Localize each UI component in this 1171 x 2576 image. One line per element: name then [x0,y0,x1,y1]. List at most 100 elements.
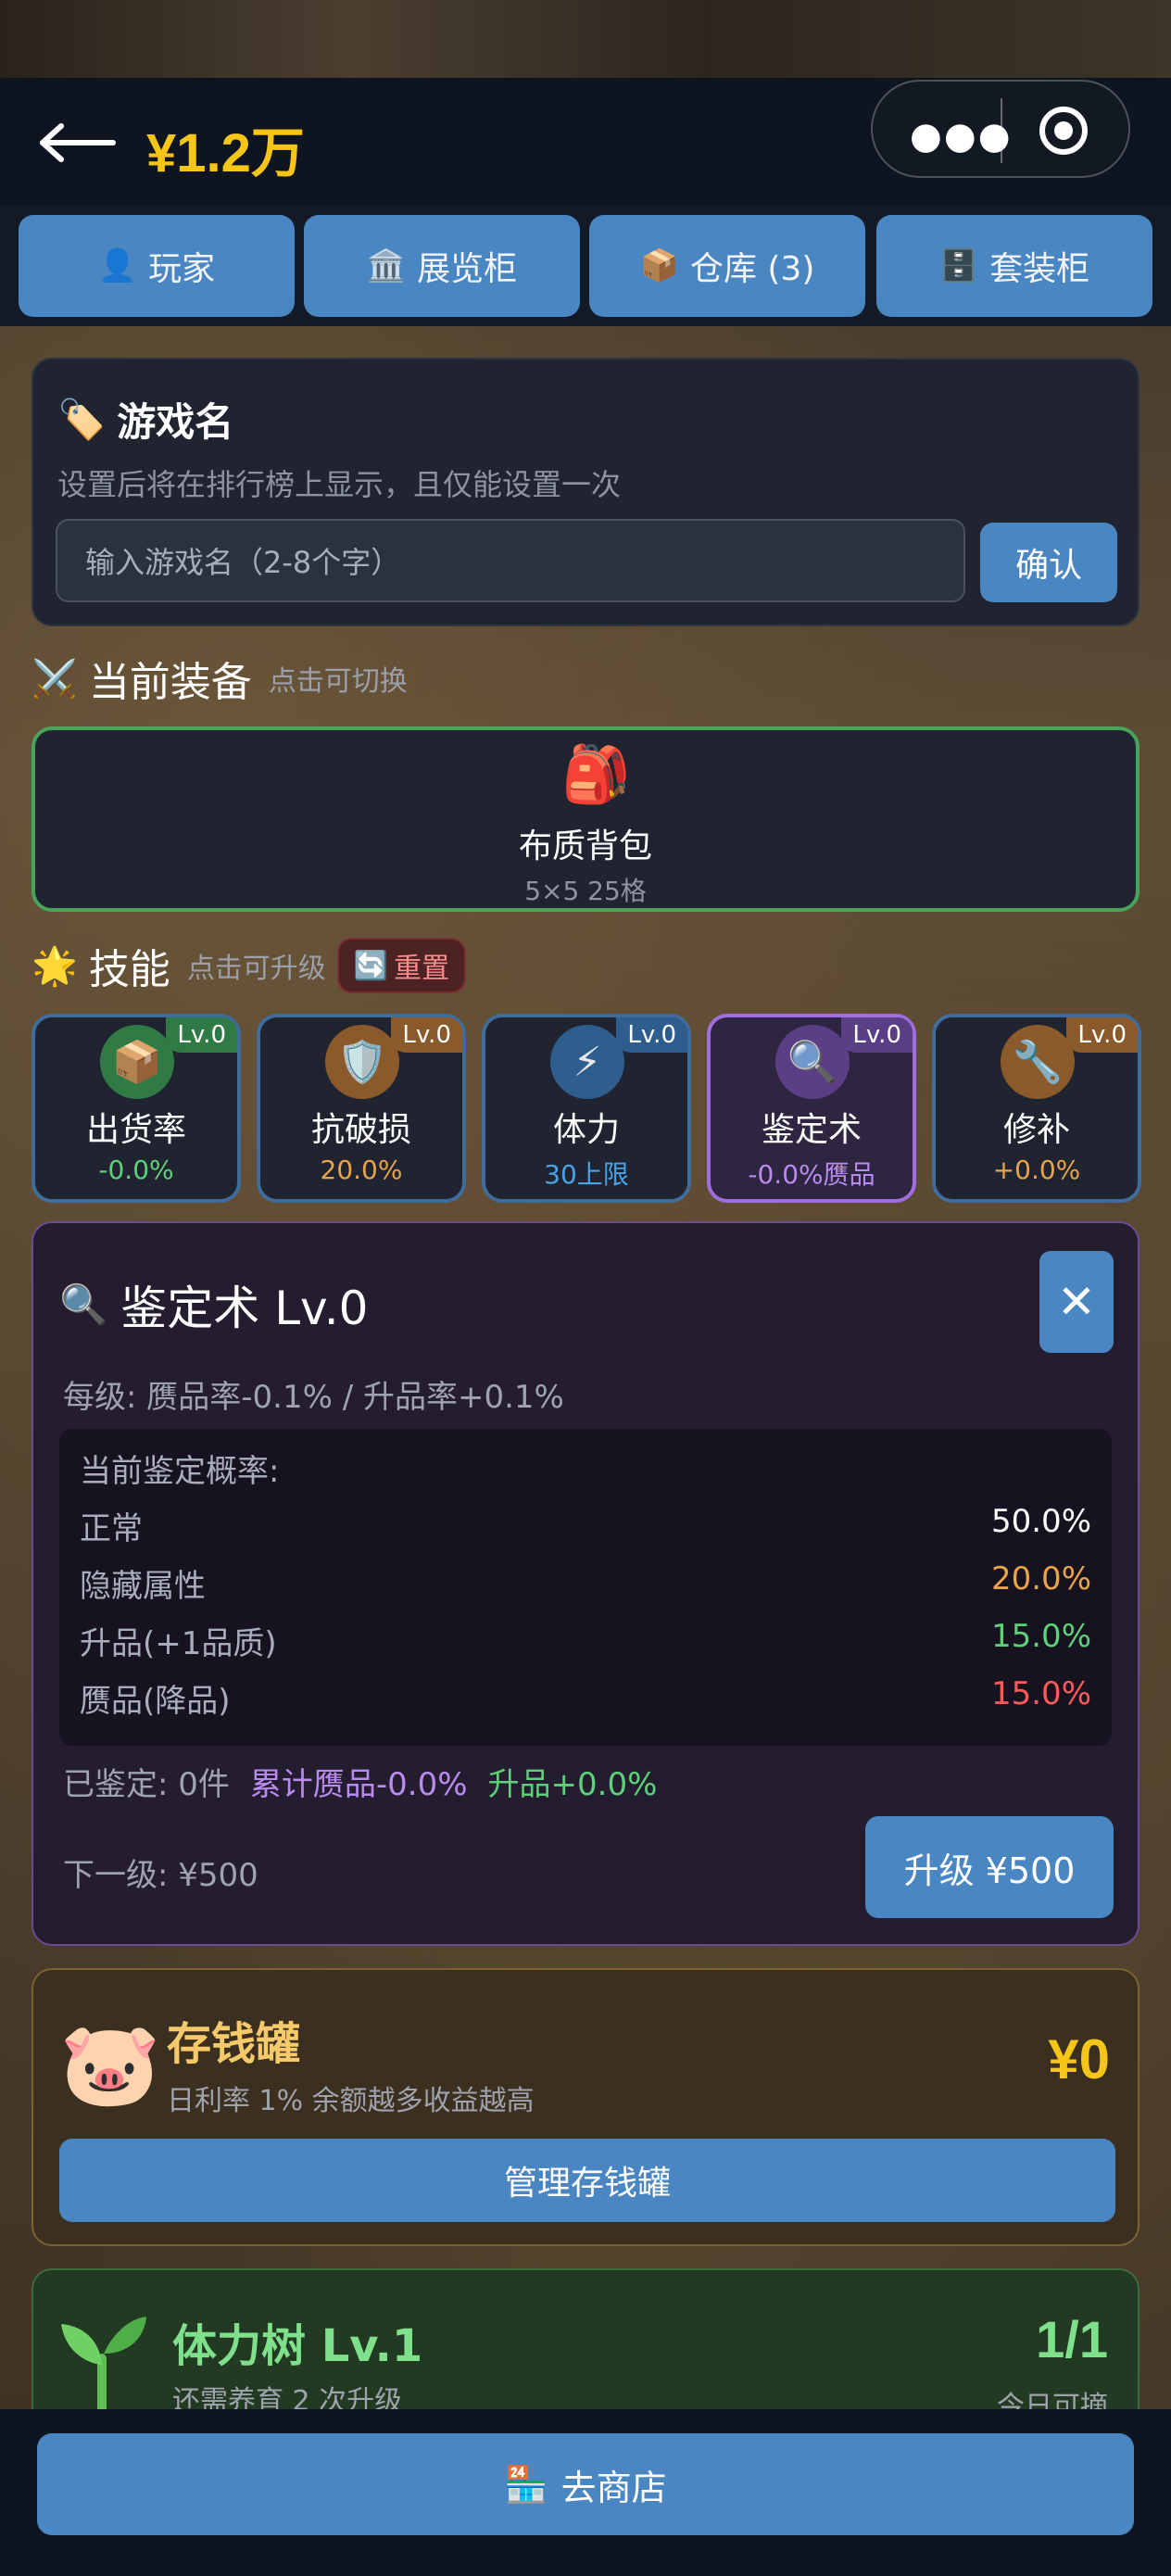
skill-name: 体力 [552,1111,620,1149]
skill-value: -0.0%赝品 [748,1159,875,1190]
probability-row: 正常 50.0% [80,1503,1091,1548]
piggy-bank-rate: 日利率 1% 余额越多收益越高 [167,2085,535,2117]
skill-card-drop-rate[interactable]: 📦 Lv.0 出货率 -0.0% [31,1014,241,1203]
game-name-heading: 游戏名 [117,399,234,445]
box-icon: 📦 [639,247,679,284]
piggy-bank-title: 存钱罐 [167,2018,301,2070]
skill-name: 修补 [1002,1111,1070,1149]
next-level-cost: 下一级: ¥500 [63,1857,258,1894]
skill-name: 鉴定术 [761,1111,862,1149]
equipment-name: 布质背包 [518,827,652,865]
magnifier-icon: 🔍 [59,1282,108,1327]
wrench-icon: 🔧 [1001,1025,1075,1099]
game-name-title: 🏷️ 游戏名 [57,391,233,448]
background-banner [0,0,1171,78]
skills-heading: 技能 [88,946,170,993]
probability-label: 赝品(降品) [80,1683,231,1720]
skills-section-title: 🌟 技能 点击可升级 🔄 重置 [31,936,467,995]
skill-value: 30上限 [544,1159,629,1190]
equipment-heading: 当前装备 [88,659,252,706]
tab-label: 套装柜 [989,250,1090,288]
fake-total: 累计赝品-0.0% [249,1766,468,1803]
appraised-count: 已鉴定: 0件 [63,1766,230,1803]
shop-icon: 🏪 [504,2463,548,2505]
skill-level-badge: Lv.0 [391,1017,462,1053]
tab-warehouse[interactable]: 📦 仓库 (3) [589,215,865,317]
piggy-bank-card: 🐷 存钱罐 日利率 1% 余额越多收益越高 ¥0 管理存钱罐 [31,1968,1140,2246]
swords-icon: ⚔️ [31,657,78,701]
back-arrow-icon[interactable] [37,122,117,163]
skill-detail-heading: 鉴定术 Lv.0 [120,1282,369,1335]
skill-card-anti-damage[interactable]: 🛡️ Lv.0 抗破损 20.0% [257,1014,466,1203]
skill-value: 20.0% [320,1155,403,1185]
reset-button[interactable]: 🔄 重置 [336,938,467,993]
equipment-capacity: 5×5 25格 [524,876,647,906]
reset-label: 重置 [394,953,450,985]
tab-showcase[interactable]: 🏛️ 展览柜 [304,215,580,317]
probability-label: 隐藏属性 [80,1568,206,1605]
tag-icon: 🏷️ [57,396,107,442]
current-equipment-card[interactable]: 🎒 布质背包 5×5 25格 [31,726,1140,912]
tab-label: 展览柜 [417,250,518,288]
cabinet-icon: 🗄️ [938,247,979,284]
upgrade-total: 升品+0.0% [487,1766,658,1803]
mini-program-capsule: ●●● [871,80,1130,178]
probability-value: 20.0% [990,1560,1091,1597]
skill-card-repair[interactable]: 🔧 Lv.0 修补 +0.0% [932,1014,1141,1203]
probability-header: 当前鉴定概率: [80,1453,280,1490]
probability-row: 升品(+1品质) 15.0% [80,1618,1091,1663]
confirm-button[interactable]: 确认 [980,523,1117,602]
probability-label: 升品(+1品质) [80,1625,277,1662]
skill-level-badge: Lv.0 [841,1017,913,1053]
skill-level-badge: Lv.0 [616,1017,687,1053]
shop-label: 去商店 [560,2467,667,2508]
bottom-bar: 🏪 去商店 [0,2409,1171,2576]
go-to-shop-button[interactable]: 🏪 去商店 [37,2433,1134,2535]
skill-detail-panel: 🔍 鉴定术 Lv.0 ✕ 每级: 赝品率-0.1% / 升品率+0.1% 当前鉴… [31,1221,1140,1946]
tab-label: 玩家 [148,250,216,288]
skill-card-appraisal[interactable]: 🔍 Lv.0 鉴定术 -0.0%赝品 [707,1014,916,1203]
more-icon[interactable]: ●●● [910,115,1013,158]
tab-set-cabinet[interactable]: 🗄️ 套装柜 [876,215,1152,317]
upgrade-button[interactable]: 升级 ¥500 [865,1816,1114,1918]
sprout-icon [61,2317,146,2418]
skill-name: 抗破损 [310,1111,411,1149]
refresh-icon: 🔄 [353,949,389,982]
probability-row: 赝品(降品) 15.0% [80,1675,1091,1721]
close-miniprogram-icon[interactable] [1039,107,1088,155]
skill-name: 出货率 [85,1111,186,1149]
magnifier-icon: 🔍 [775,1025,850,1099]
probability-label: 正常 [80,1510,143,1547]
probability-value: 15.0% [990,1675,1091,1712]
probability-value: 50.0% [990,1503,1091,1540]
game-name-card: 🏷️ 游戏名 设置后将在排行榜上显示，且仅能设置一次 输入游戏名（2-8个字） … [31,358,1140,626]
skill-detail-title: 🔍 鉴定术 Lv.0 [59,1271,368,1338]
tab-player[interactable]: 👤 玩家 [19,215,295,317]
backpack-icon: 🎒 [561,742,631,807]
per-level-effect: 每级: 赝品率-0.1% / 升品率+0.1% [63,1379,564,1416]
capsule-divider [1001,98,1002,163]
manage-piggy-bank-button[interactable]: 管理存钱罐 [59,2139,1115,2222]
tab-bar: 👤 玩家 🏛️ 展览柜 📦 仓库 (3) 🗄️ 套装柜 [0,206,1171,326]
skill-card-stamina[interactable]: ⚡ Lv.0 体力 30上限 [482,1014,691,1203]
package-icon: 📦 [100,1025,174,1099]
stamina-tree-count: 1/1 [1036,2310,1108,2368]
lightning-icon: ⚡ [550,1025,624,1099]
skill-value: -0.0% [98,1155,174,1185]
appraisal-stats: 已鉴定: 0件 累计赝品-0.0% 升品+0.0% [63,1759,657,1804]
player-icon: 👤 [97,247,138,284]
probability-value: 15.0% [990,1618,1091,1655]
equipment-section-title: ⚔️ 当前装备 点击可切换 [31,649,408,708]
star-icon: 🌟 [31,944,78,988]
stamina-tree-title: 体力树 Lv.1 [172,2320,423,2372]
pig-icon: 🐷 [59,2016,161,2112]
game-name-input[interactable]: 输入游戏名（2-8个字） [56,519,965,602]
piggy-bank-balance: ¥0 [1048,2028,1110,2090]
probability-row: 隐藏属性 20.0% [80,1560,1091,1606]
skills-hint: 点击可升级 [186,953,326,985]
balance-amount: ¥1.2万 [146,123,305,183]
skill-level-badge: Lv.0 [166,1017,237,1053]
skill-value: +0.0% [992,1155,1081,1185]
close-button[interactable]: ✕ [1039,1251,1114,1353]
skill-level-badge: Lv.0 [1066,1017,1138,1053]
